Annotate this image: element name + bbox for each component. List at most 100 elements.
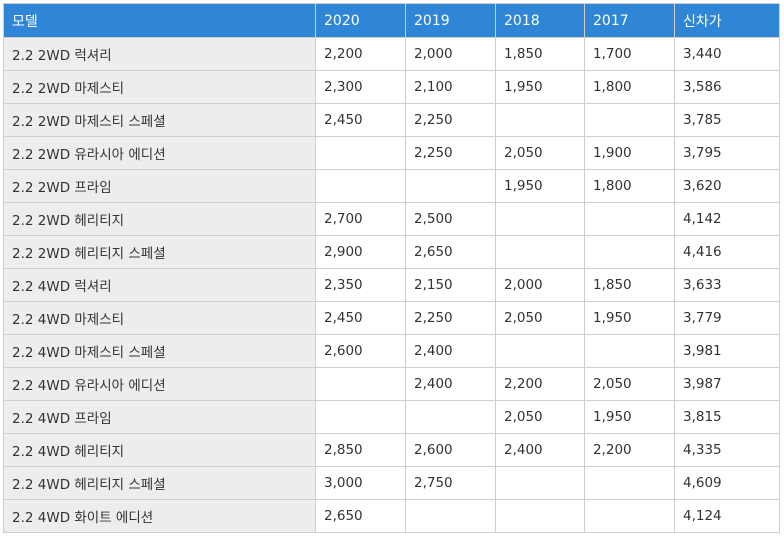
price-2020-cell: 2,600 (315, 334, 406, 368)
column-header-new-price: 신차가 (674, 3, 780, 38)
price-2019-cell: 2,150 (405, 268, 496, 302)
price-2020-cell: 2,300 (315, 70, 406, 104)
price-2019-cell (405, 499, 496, 533)
price-2019-cell: 2,000 (405, 37, 496, 71)
table-row: 2.2 4WD 프라임 2,050 1,950 3,815 (3, 400, 780, 434)
new-price-cell: 3,987 (674, 367, 780, 401)
price-2020-cell: 2,700 (315, 202, 406, 236)
new-price-cell: 3,779 (674, 301, 780, 335)
price-2019-cell: 2,100 (405, 70, 496, 104)
price-2019-cell: 2,250 (405, 301, 496, 335)
table-row: 2.2 2WD 럭셔리 2,200 2,000 1,850 1,700 3,44… (3, 37, 780, 71)
price-2018-cell: 2,200 (495, 367, 585, 401)
table-row: 2.2 2WD 유라시아 에디션 2,250 2,050 1,900 3,795 (3, 136, 780, 170)
price-2017-cell: 1,900 (584, 136, 675, 170)
table-header: 모델 2020 2019 2018 2017 신차가 (3, 3, 780, 38)
price-2018-cell: 2,400 (495, 433, 585, 467)
price-2017-cell: 2,200 (584, 433, 675, 467)
table-row: 2.2 2WD 헤리티지 스페셜 2,900 2,650 4,416 (3, 235, 780, 269)
new-price-cell: 3,981 (674, 334, 780, 368)
price-2017-cell: 2,050 (584, 367, 675, 401)
new-price-cell: 4,124 (674, 499, 780, 533)
price-2020-cell: 2,200 (315, 37, 406, 71)
new-price-cell: 4,335 (674, 433, 780, 467)
column-header-model: 모델 (3, 3, 316, 38)
table-row: 2.2 4WD 유라시아 에디션 2,400 2,200 2,050 3,987 (3, 367, 780, 401)
price-2017-cell (584, 103, 675, 137)
price-2020-cell: 2,450 (315, 103, 406, 137)
price-2017-cell (584, 235, 675, 269)
model-cell: 2.2 2WD 럭셔리 (3, 37, 316, 71)
price-table-container: 모델 2020 2019 2018 2017 신차가 2.2 2WD 럭셔리 2… (3, 3, 780, 533)
price-2017-cell (584, 466, 675, 500)
price-2020-cell: 2,450 (315, 301, 406, 335)
price-2018-cell (495, 466, 585, 500)
price-2017-cell (584, 334, 675, 368)
price-2018-cell (495, 202, 585, 236)
model-cell: 2.2 4WD 헤리티지 (3, 433, 316, 467)
price-2019-cell: 2,750 (405, 466, 496, 500)
model-cell: 2.2 4WD 화이트 에디션 (3, 499, 316, 533)
price-2017-cell: 1,800 (584, 70, 675, 104)
table-row: 2.2 4WD 럭셔리 2,350 2,150 2,000 1,850 3,63… (3, 268, 780, 302)
new-price-cell: 3,586 (674, 70, 780, 104)
price-2018-cell (495, 103, 585, 137)
table-row: 2.2 4WD 마제스티 2,450 2,250 2,050 1,950 3,7… (3, 301, 780, 335)
table-row: 2.2 4WD 마제스티 스페셜 2,600 2,400 3,981 (3, 334, 780, 368)
price-2017-cell (584, 499, 675, 533)
table-row: 2.2 2WD 헤리티지 2,700 2,500 4,142 (3, 202, 780, 236)
price-2020-cell: 2,350 (315, 268, 406, 302)
price-2018-cell: 2,050 (495, 136, 585, 170)
price-2019-cell: 2,400 (405, 367, 496, 401)
column-header-2017: 2017 (584, 3, 675, 38)
price-2018-cell (495, 499, 585, 533)
table-row: 2.2 2WD 프라임 1,950 1,800 3,620 (3, 169, 780, 203)
price-2017-cell: 1,700 (584, 37, 675, 71)
price-2020-cell: 2,900 (315, 235, 406, 269)
price-2017-cell (584, 202, 675, 236)
price-2018-cell: 1,950 (495, 70, 585, 104)
table-body: 2.2 2WD 럭셔리 2,200 2,000 1,850 1,700 3,44… (3, 37, 780, 533)
model-cell: 2.2 4WD 헤리티지 스페셜 (3, 466, 316, 500)
table-row: 2.2 4WD 헤리티지 스페셜 3,000 2,750 4,609 (3, 466, 780, 500)
model-cell: 2.2 4WD 유라시아 에디션 (3, 367, 316, 401)
model-cell: 2.2 2WD 유라시아 에디션 (3, 136, 316, 170)
price-2017-cell: 1,950 (584, 400, 675, 434)
price-table: 모델 2020 2019 2018 2017 신차가 2.2 2WD 럭셔리 2… (3, 3, 780, 533)
new-price-cell: 3,620 (674, 169, 780, 203)
table-row: 2.2 2WD 마제스티 2,300 2,100 1,950 1,800 3,5… (3, 70, 780, 104)
price-2020-cell (315, 400, 406, 434)
model-cell: 2.2 2WD 마제스티 (3, 70, 316, 104)
model-cell: 2.2 4WD 럭셔리 (3, 268, 316, 302)
price-2020-cell (315, 367, 406, 401)
table-row: 2.2 2WD 마제스티 스페셜 2,450 2,250 3,785 (3, 103, 780, 137)
price-2017-cell: 1,850 (584, 268, 675, 302)
new-price-cell: 3,633 (674, 268, 780, 302)
new-price-cell: 3,440 (674, 37, 780, 71)
new-price-cell: 3,785 (674, 103, 780, 137)
price-2019-cell: 2,250 (405, 103, 496, 137)
price-2018-cell (495, 334, 585, 368)
price-2018-cell: 2,000 (495, 268, 585, 302)
new-price-cell: 3,795 (674, 136, 780, 170)
price-2020-cell (315, 169, 406, 203)
model-cell: 2.2 4WD 마제스티 스페셜 (3, 334, 316, 368)
price-2019-cell: 2,650 (405, 235, 496, 269)
price-2019-cell: 2,250 (405, 136, 496, 170)
price-2020-cell (315, 136, 406, 170)
model-cell: 2.2 2WD 헤리티지 스페셜 (3, 235, 316, 269)
model-cell: 2.2 2WD 프라임 (3, 169, 316, 203)
price-2020-cell: 2,850 (315, 433, 406, 467)
price-2019-cell: 2,500 (405, 202, 496, 236)
price-2020-cell: 3,000 (315, 466, 406, 500)
model-cell: 2.2 4WD 마제스티 (3, 301, 316, 335)
model-cell: 2.2 2WD 헤리티지 (3, 202, 316, 236)
column-header-2020: 2020 (315, 3, 406, 38)
price-2019-cell (405, 169, 496, 203)
column-header-2018: 2018 (495, 3, 585, 38)
price-2019-cell: 2,600 (405, 433, 496, 467)
price-2018-cell: 1,950 (495, 169, 585, 203)
table-row: 2.2 4WD 화이트 에디션 2,650 4,124 (3, 499, 780, 533)
price-2017-cell: 1,800 (584, 169, 675, 203)
header-row: 모델 2020 2019 2018 2017 신차가 (3, 3, 780, 38)
